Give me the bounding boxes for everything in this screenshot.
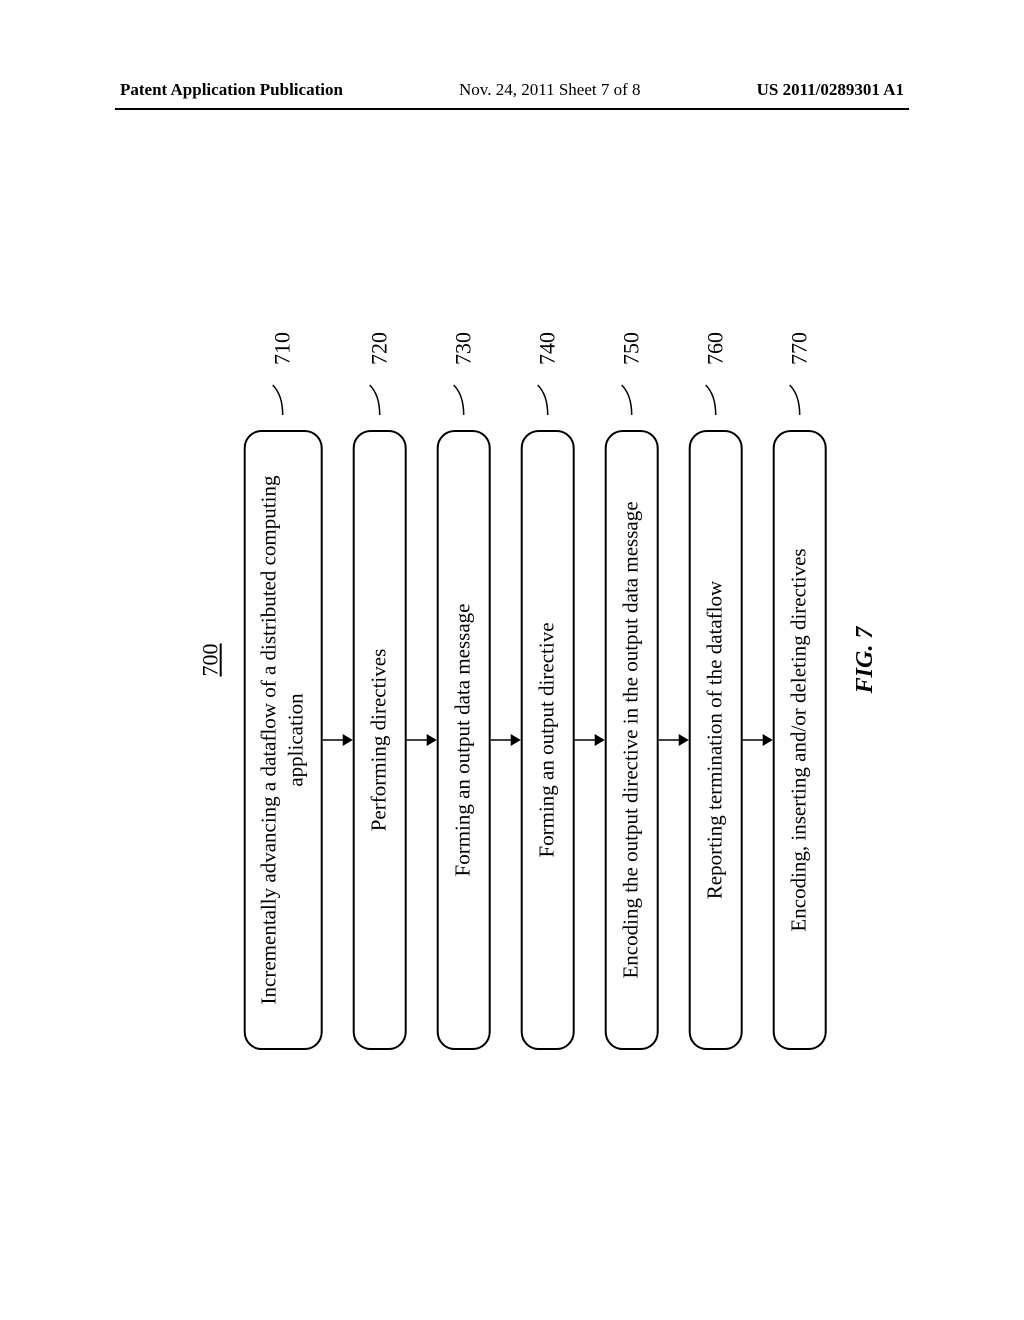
label-connector-icon [448,375,478,415]
flow-box: Performing directives [352,430,406,1050]
flow-arrow [490,430,520,1050]
flow-step: Reporting termination of the dataflow 76… [688,270,742,1050]
arrow-down-icon [658,730,688,750]
flowchart-diagram: 700 Incrementally advancing a dataflow o… [198,270,827,1050]
label-connector-icon [532,375,562,415]
label-connector-icon [784,375,814,415]
arrow-down-icon [742,730,772,750]
flow-arrow [406,430,436,1050]
arrow-down-icon [490,730,520,750]
step-number: 730 [450,332,476,365]
figure-caption-wrapper: FIG. 7 [832,647,899,674]
flow-step-label: 760 [700,332,730,415]
step-number: 740 [534,332,560,365]
flow-step-label: 720 [364,332,394,415]
label-connector-icon [364,375,394,415]
flow-arrow [574,430,604,1050]
flow-step: Incrementally advancing a dataflow of a … [244,270,323,1050]
flow-box: Encoding, inserting and/or deleting dire… [772,430,826,1050]
header-divider [115,108,909,110]
arrow-down-icon [322,730,352,750]
header-right: US 2011/0289301 A1 [757,80,904,100]
step-number: 770 [786,332,812,365]
flow-step: Forming an output data message 730 [436,270,490,1050]
label-connector-icon [700,375,730,415]
page-header: Patent Application Publication Nov. 24, … [0,80,1024,100]
flow-step-label: 710 [268,332,298,415]
label-connector-icon [616,375,646,415]
flow-step-label: 750 [616,332,646,415]
flow-box: Forming an output directive [520,430,574,1050]
flow-arrow [658,430,688,1050]
diagram-number: 700 [198,270,224,1050]
label-connector-icon [268,375,298,415]
flow-box: Encoding the output directive in the out… [604,430,658,1050]
flow-step-label: 770 [784,332,814,415]
flow-arrow [322,430,352,1050]
step-number: 710 [270,332,296,365]
step-number: 750 [618,332,644,365]
header-center: Nov. 24, 2011 Sheet 7 of 8 [459,80,640,100]
flow-step-label: 740 [532,332,562,415]
flow-box: Reporting termination of the dataflow [688,430,742,1050]
arrow-down-icon [406,730,436,750]
step-number: 720 [366,332,392,365]
arrow-down-icon [574,730,604,750]
flow-box: Forming an output data message [436,430,490,1050]
flow-step: Performing directives 720 [352,270,406,1050]
flow-box: Incrementally advancing a dataflow of a … [244,430,323,1050]
flow-step-label: 730 [448,332,478,415]
step-number: 760 [702,332,728,365]
flow-step: Encoding the output directive in the out… [604,270,658,1050]
flow-arrow [742,430,772,1050]
flow-step: Encoding, inserting and/or deleting dire… [772,270,826,1050]
figure-caption: FIG. 7 [852,627,879,694]
header-left: Patent Application Publication [120,80,343,100]
flow-step: Forming an output directive 740 [520,270,574,1050]
